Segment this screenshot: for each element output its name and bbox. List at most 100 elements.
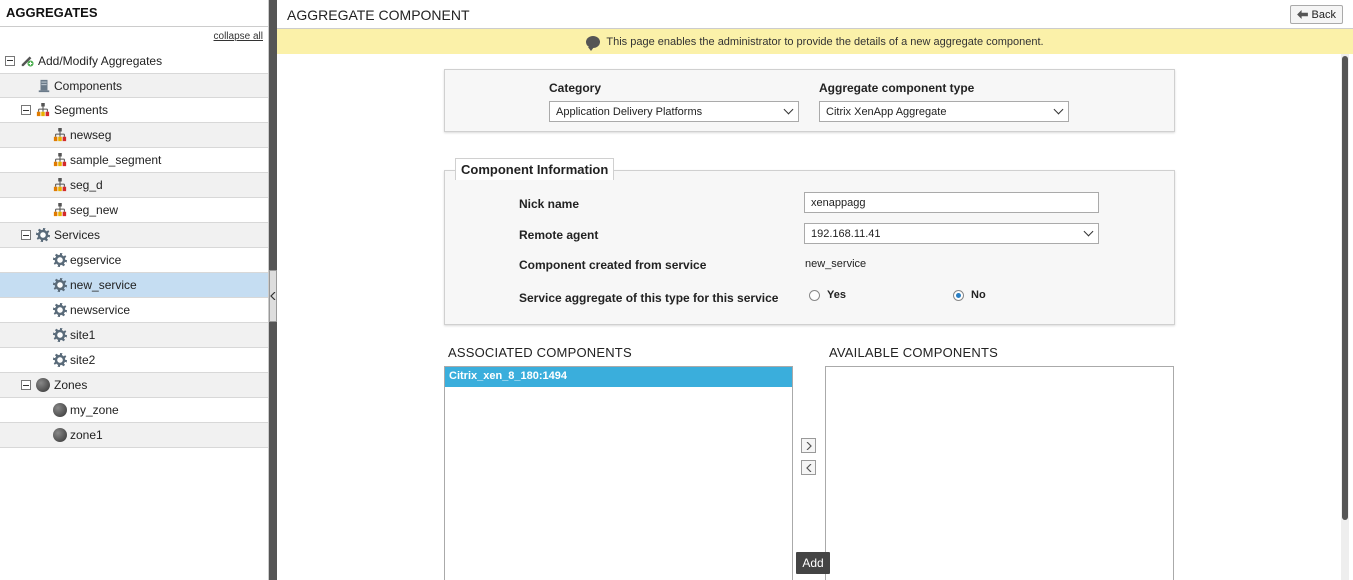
tree-root-label: Add/Modify Aggregates	[38, 53, 163, 68]
component-type-select-value: Citrix XenApp Aggregate	[826, 105, 947, 118]
remote-agent-label: Remote agent	[519, 228, 599, 242]
globe-icon	[53, 403, 67, 417]
created-from-label: Component created from service	[519, 258, 707, 272]
collapse-all-link[interactable]: collapse all	[214, 31, 263, 42]
collapse-toggle-icon[interactable]	[21, 105, 31, 115]
tree-group-zones[interactable]: Zones	[0, 373, 268, 398]
sidebar: AGGREGATES collapse all Add/Modify Aggre…	[0, 0, 269, 580]
speech-bubble-icon	[586, 35, 601, 51]
tree-group-label: Zones	[54, 378, 88, 392]
segment-icon	[53, 178, 67, 192]
move-left-button[interactable]	[801, 460, 816, 475]
aggregates-tree: Add/Modify Aggregates Components Segment	[0, 48, 268, 448]
back-button-label: Back	[1311, 8, 1336, 21]
add-button[interactable]: Add	[796, 552, 830, 574]
chevron-right-icon	[806, 441, 812, 450]
gear-icon	[53, 353, 67, 367]
tree-item-segment[interactable]: seg_new	[0, 198, 268, 223]
category-label: Category	[549, 81, 602, 95]
tree-item-label: my_zone	[70, 403, 119, 417]
component-type-label: Aggregate component type	[819, 81, 975, 95]
segment-icon	[53, 203, 67, 217]
server-icon	[38, 79, 50, 93]
tree-group-services[interactable]: Services	[0, 223, 268, 248]
tree-group-segments[interactable]: Segments	[0, 98, 268, 123]
segment-icon	[53, 153, 67, 167]
gear-icon	[53, 303, 67, 317]
no-radio[interactable]	[953, 290, 964, 301]
tree-item-label: seg_new	[70, 203, 119, 217]
chevron-down-icon	[1083, 226, 1094, 237]
gear-icon	[36, 228, 50, 242]
tree-item-service[interactable]: site2	[0, 348, 268, 373]
tree-item-label: newseg	[70, 128, 112, 142]
category-select[interactable]: Application Delivery Platforms	[549, 101, 799, 122]
nick-name-label: Nick name	[519, 197, 580, 211]
form-content: Category Application Delivery Platforms …	[277, 54, 1341, 580]
tree-root-add-modify[interactable]: Add/Modify Aggregates	[0, 48, 268, 73]
tree-item-segment[interactable]: sample_segment	[0, 148, 268, 173]
page-title: AGGREGATE COMPONENT	[287, 7, 470, 23]
list-item[interactable]: Citrix_xen_8_180:1494	[445, 367, 792, 387]
edit-pencil-icon	[21, 56, 34, 67]
tree-item-segment[interactable]: newseg	[0, 123, 268, 148]
tree-group-label: Services	[54, 228, 101, 242]
component-type-select[interactable]: Citrix XenApp Aggregate	[819, 101, 1069, 122]
associated-components-title: ASSOCIATED COMPONENTS	[448, 345, 632, 360]
chevron-down-icon	[1053, 104, 1064, 115]
tree-group-label: Segments	[54, 103, 109, 117]
tree-item-zone[interactable]: my_zone	[0, 398, 268, 423]
tree-item-service-selected[interactable]: new_service	[0, 273, 268, 298]
move-right-button[interactable]	[801, 438, 816, 453]
remote-agent-select[interactable]: 192.168.11.41	[804, 223, 1099, 244]
tree-item-components[interactable]: Components	[0, 73, 268, 98]
globe-icon	[36, 378, 50, 392]
segment-icon	[36, 103, 50, 117]
tree-item-zone[interactable]: zone1	[0, 423, 268, 448]
back-button[interactable]: Back	[1289, 5, 1343, 24]
tree-item-label: Components	[54, 78, 123, 93]
created-from-value: new_service	[805, 258, 867, 270]
back-arrow-icon	[1296, 10, 1308, 19]
remote-agent-value: 192.168.11.41	[811, 227, 881, 240]
component-info-legend: Component Information	[455, 158, 615, 180]
yes-radio[interactable]	[809, 290, 820, 301]
no-radio-label: No	[971, 289, 986, 301]
chevron-left-icon	[270, 292, 276, 300]
nick-name-value: xenappagg	[811, 196, 866, 209]
available-components-title: AVAILABLE COMPONENTS	[829, 345, 998, 360]
yes-radio-label: Yes	[827, 289, 846, 301]
chevron-left-icon	[805, 463, 811, 472]
tree-item-label: egservice	[70, 253, 122, 267]
main-panel: AGGREGATE COMPONENT Back This page enabl…	[277, 0, 1353, 580]
sidebar-title: AGGREGATES	[0, 0, 268, 27]
service-aggregate-label: Service aggregate of this type for this …	[519, 291, 779, 305]
info-banner: This page enables the administrator to p…	[277, 29, 1353, 54]
collapse-toggle-icon[interactable]	[21, 380, 31, 390]
gear-icon	[53, 278, 67, 292]
tree-item-label: sample_segment	[70, 153, 162, 167]
tree-item-service[interactable]: egservice	[0, 248, 268, 273]
available-components-list[interactable]	[825, 366, 1174, 580]
tree-item-label: site2	[70, 353, 96, 367]
tree-item-label: site1	[70, 328, 96, 342]
page-header: AGGREGATE COMPONENT Back	[277, 0, 1353, 29]
scrollbar-thumb[interactable]	[1342, 56, 1348, 520]
nick-name-input[interactable]: xenappagg	[804, 192, 1099, 213]
tree-item-label: newservice	[70, 303, 131, 317]
tree-item-segment[interactable]: seg_d	[0, 173, 268, 198]
associated-components-list[interactable]: Citrix_xen_8_180:1494	[444, 366, 793, 580]
tree-item-label: zone1	[70, 428, 103, 442]
category-select-value: Application Delivery Platforms	[556, 105, 703, 118]
tree-item-service[interactable]: newservice	[0, 298, 268, 323]
gear-icon	[53, 253, 67, 267]
chevron-down-icon	[783, 104, 794, 115]
collapse-toggle-icon[interactable]	[5, 55, 15, 66]
gear-icon	[53, 328, 67, 342]
collapse-pane-handle[interactable]	[269, 270, 277, 322]
collapse-toggle-icon[interactable]	[21, 230, 31, 240]
tree-item-service[interactable]: site1	[0, 323, 268, 348]
info-banner-text: This page enables the administrator to p…	[606, 35, 1044, 48]
tree-item-label: seg_d	[70, 178, 103, 192]
segment-icon	[53, 128, 67, 142]
